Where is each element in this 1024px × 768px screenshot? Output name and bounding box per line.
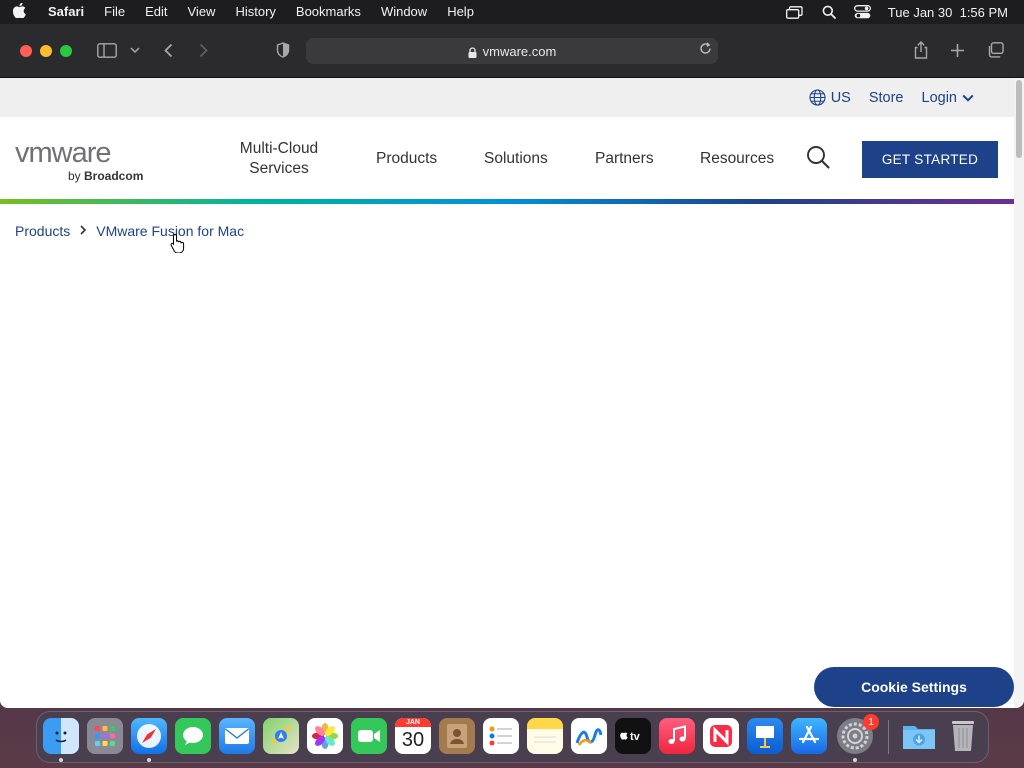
menu-safari[interactable]: Safari: [38, 0, 94, 24]
sidebar-toggle-icon[interactable]: [96, 39, 118, 61]
downloads-folder-icon[interactable]: [901, 718, 937, 754]
nav-multi-cloud-line2: Services: [249, 160, 309, 177]
logo-brand: Broadcom: [84, 169, 144, 183]
svg-text:tv: tv: [630, 731, 641, 743]
chevron-right-icon: [80, 224, 87, 238]
notes-icon[interactable]: [527, 718, 563, 754]
launchpad-icon[interactable]: [87, 718, 123, 754]
menu-help[interactable]: Help: [437, 0, 484, 24]
menu-edit[interactable]: Edit: [135, 0, 177, 24]
logo-wordmark: vmware: [15, 137, 112, 169]
web-page: US Store Login vmware by Broadcom Multi-…: [0, 78, 1014, 708]
apple-menu-icon[interactable]: [0, 2, 38, 22]
window-minimize-button[interactable]: [40, 45, 52, 57]
utility-bar: US Store Login: [0, 78, 1014, 117]
finder-icon[interactable]: [43, 718, 79, 754]
photos-icon[interactable]: [307, 718, 343, 754]
news-icon[interactable]: [703, 718, 739, 754]
maps-icon[interactable]: [263, 718, 299, 754]
main-navigation: vmware by Broadcom Multi-Cloud Services …: [0, 117, 1014, 199]
login-menu[interactable]: Login: [922, 90, 974, 106]
spotlight-search-icon[interactable]: [820, 5, 838, 19]
facetime-icon[interactable]: [351, 718, 387, 754]
lock-icon: [468, 46, 477, 58]
store-link[interactable]: Store: [869, 90, 904, 106]
address-bar-url: vmware.com: [482, 43, 557, 59]
address-bar[interactable]: vmware.com: [306, 38, 718, 64]
screen-mirroring-icon[interactable]: [786, 5, 804, 19]
settings-update-badge: 1: [863, 714, 879, 730]
menu-window[interactable]: Window: [371, 0, 437, 24]
new-tab-plus-icon[interactable]: [946, 39, 968, 61]
trash-icon[interactable]: [945, 718, 981, 754]
macos-dock: JAN 30 tv 1: [36, 711, 989, 763]
reminders-icon[interactable]: [483, 718, 519, 754]
control-center-icon[interactable]: [854, 5, 872, 19]
dock-separator: [888, 720, 889, 754]
menu-bar: Safari File Edit View History Bookmarks …: [0, 0, 1024, 24]
logo-by: by: [68, 169, 85, 183]
music-icon[interactable]: [659, 718, 695, 754]
calendar-day: 30: [401, 729, 425, 751]
menu-bookmarks[interactable]: Bookmarks: [286, 0, 371, 24]
messages-icon[interactable]: [175, 718, 211, 754]
forward-arrow-icon[interactable]: [192, 39, 214, 61]
freeform-icon[interactable]: [571, 718, 607, 754]
share-icon[interactable]: [910, 39, 932, 61]
window-zoom-button[interactable]: [60, 45, 72, 57]
vmware-logo[interactable]: vmware by Broadcom: [15, 137, 143, 183]
safari-running-indicator: [147, 758, 151, 762]
menu-view[interactable]: View: [178, 0, 226, 24]
page-scrollbar[interactable]: [1014, 78, 1024, 708]
breadcrumb: Products VMware Fusion for Mac: [15, 223, 244, 239]
get-started-button[interactable]: GET STARTED: [862, 141, 998, 178]
safari-window: vmware.com US Store Login vmware by Broa…: [0, 24, 1024, 708]
nav-solutions[interactable]: Solutions: [484, 149, 548, 169]
breadcrumb-products[interactable]: Products: [15, 223, 70, 239]
menu-history[interactable]: History: [225, 0, 285, 24]
contacts-icon[interactable]: [439, 718, 475, 754]
scrollbar-thumb[interactable]: [1016, 80, 1022, 158]
back-arrow-icon[interactable]: [157, 39, 179, 61]
finder-running-indicator: [59, 758, 63, 762]
logo-byline: by Broadcom: [68, 169, 143, 183]
region-label: US: [830, 89, 851, 106]
keynote-icon[interactable]: [747, 718, 783, 754]
window-close-button[interactable]: [20, 45, 32, 57]
nav-partners[interactable]: Partners: [595, 149, 654, 169]
mail-icon[interactable]: [219, 718, 255, 754]
site-search-icon[interactable]: [806, 145, 830, 169]
nav-multi-cloud-line1: Multi-Cloud: [239, 140, 319, 157]
brand-gradient-divider: [0, 199, 1014, 204]
tab-group-chevron-down-icon[interactable]: [124, 39, 146, 61]
apple-tv-icon[interactable]: tv: [615, 718, 651, 754]
nav-multi-cloud-services[interactable]: Multi-Cloud Services: [226, 139, 332, 179]
menubar-clock[interactable]: Tue Jan 30 1:56 PM: [888, 5, 1008, 20]
login-label: Login: [921, 89, 957, 106]
chevron-down-icon: [962, 94, 974, 102]
privacy-shield-icon[interactable]: [272, 39, 294, 61]
nav-resources[interactable]: Resources: [700, 149, 774, 169]
calendar-icon[interactable]: JAN 30: [395, 718, 431, 754]
cookie-settings-button[interactable]: Cookie Settings: [814, 667, 1014, 707]
browser-toolbar: vmware.com: [0, 24, 1024, 78]
tab-overview-icon[interactable]: [984, 39, 1006, 61]
calendar-month: JAN: [395, 718, 431, 727]
settings-running-indicator: [853, 758, 857, 762]
nav-products[interactable]: Products: [376, 149, 437, 169]
region-selector[interactable]: US: [809, 89, 851, 106]
app-store-icon[interactable]: [791, 718, 827, 754]
hand-pointer-cursor-icon: [170, 233, 186, 254]
reload-icon[interactable]: [699, 42, 712, 58]
menubar-status-area: Tue Jan 30 1:56 PM: [786, 0, 1008, 24]
menu-file[interactable]: File: [94, 0, 135, 24]
safari-icon[interactable]: [131, 718, 167, 754]
globe-icon: [809, 89, 826, 106]
